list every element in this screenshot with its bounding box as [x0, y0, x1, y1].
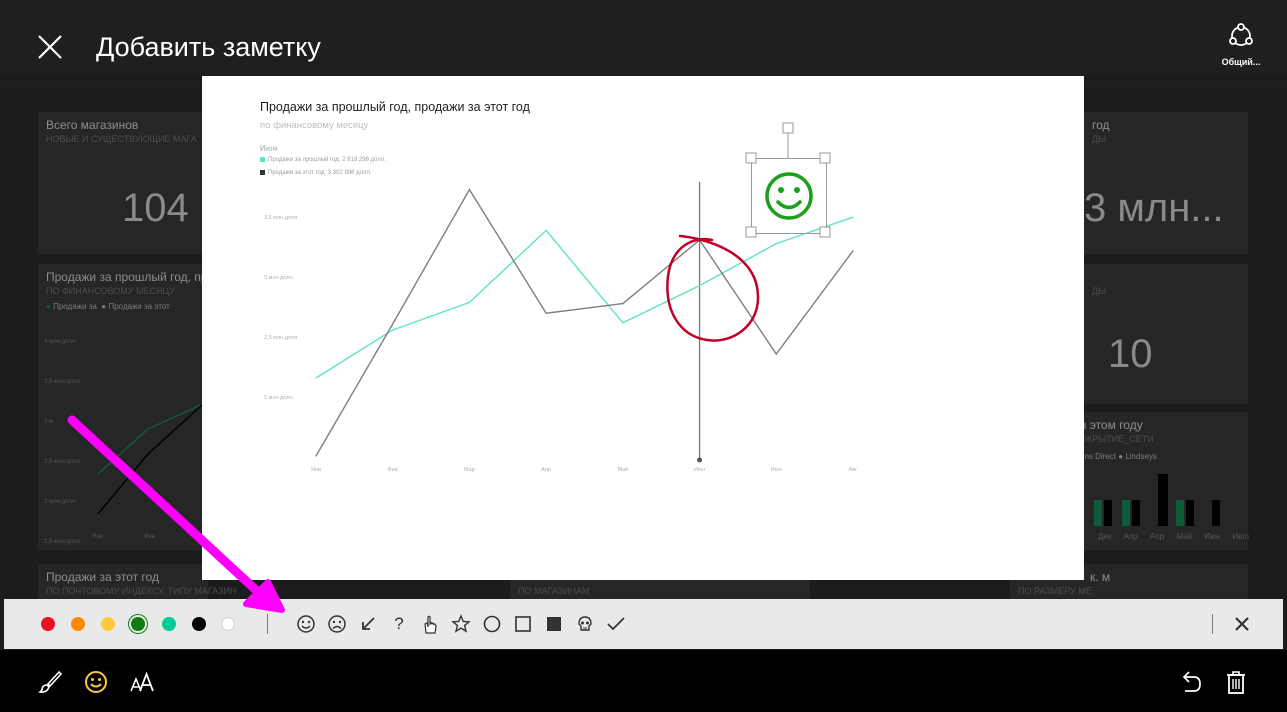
star-icon: [451, 614, 471, 633]
stamp-circle-button[interactable]: [480, 612, 504, 636]
checkmark-icon: [607, 617, 625, 631]
circle-icon: [483, 615, 501, 633]
sad-face-icon: [328, 615, 346, 633]
stamp-hand-button[interactable]: [418, 612, 442, 636]
color-teal-swatch[interactable]: [162, 617, 176, 631]
square-icon: [515, 616, 531, 632]
tile-chart-lines: [97, 403, 204, 515]
tile-value: 10: [1108, 332, 1153, 376]
smile-face-icon: [765, 172, 813, 220]
stamp-square-button[interactable]: [511, 612, 535, 636]
toolbar-divider: [267, 614, 268, 634]
tile-total-stores: Всего магазинов НОВЫЕ И СУЩЕСТВУЮЩИЕ МАГ…: [38, 112, 208, 254]
smile-face-icon: [85, 671, 107, 693]
stamp-check-button[interactable]: [604, 612, 628, 636]
pen-tool-button[interactable]: [36, 668, 64, 696]
skull-icon: [578, 616, 592, 631]
tile-subtitle: ДЫ: [1092, 134, 1107, 144]
tile-x-ticks: Дек Апр Апр Май Июн Июл: [1098, 532, 1249, 541]
x-tick: Июн: [1204, 532, 1221, 541]
arrow-icon: [362, 617, 375, 630]
question-icon: ?: [394, 614, 404, 633]
tile-title: к. м: [1090, 570, 1111, 584]
trash-icon: [1227, 671, 1245, 694]
x-tick: Май: [1176, 532, 1192, 541]
tile-subtitle: ПО МАГАЗИНАМ: [518, 586, 590, 596]
stamp-arrow-button[interactable]: [356, 612, 380, 636]
ink-toolbar: ?: [4, 599, 1283, 649]
tile-value: 3 млн...: [1084, 186, 1224, 230]
color-black-swatch[interactable]: [192, 617, 206, 631]
x-tick: Фев: [144, 534, 156, 540]
close-icon: [1235, 617, 1249, 631]
stamp-skull-button[interactable]: [573, 612, 597, 636]
undo-button[interactable]: [1176, 668, 1204, 696]
text-size-icon: [130, 671, 154, 692]
smile-face-icon: [297, 615, 315, 633]
share-button[interactable]: Общий...: [1214, 22, 1268, 70]
color-yellow-swatch[interactable]: [101, 617, 115, 631]
x-tick: Апр: [1123, 532, 1138, 541]
tile-subtitle: ДЫ: [1092, 286, 1107, 296]
x-tick: Янв: [92, 534, 103, 540]
stamp-star-button[interactable]: [449, 612, 473, 636]
brush-icon: [38, 670, 63, 693]
color-red-swatch[interactable]: [41, 617, 55, 631]
tile-right-mid: ДЫ 10: [1084, 264, 1248, 404]
x-tick: Апр: [1149, 532, 1165, 541]
stamp-tool-button[interactable]: [82, 668, 110, 696]
close-button[interactable]: [36, 33, 64, 61]
pointing-hand-icon: [424, 615, 437, 634]
annotation-canvas[interactable]: Продажи за прошлый год, продажи за этот …: [202, 76, 1084, 580]
tile-title: Продажи за этот год: [46, 570, 159, 584]
tile-value: 104: [122, 186, 189, 230]
color-green-swatch[interactable]: [131, 617, 145, 631]
tile-subtitle: ПО РАЗМЕРУ МЕ: [1018, 586, 1092, 596]
text-tool-button[interactable]: [128, 668, 156, 696]
tile-title: Всего магазинов: [46, 118, 139, 132]
stamp-smile-button[interactable]: [294, 612, 318, 636]
smiley-stamp[interactable]: [751, 158, 827, 234]
close-icon: [38, 35, 62, 59]
tile-title: год: [1092, 118, 1110, 132]
page-title: Добавить заметку: [96, 32, 321, 62]
tile-bar-chart: [1094, 474, 1220, 526]
stamp-question-button[interactable]: ?: [387, 612, 411, 636]
color-white-swatch[interactable]: [221, 617, 235, 631]
tile-right-bars: в этом году ОКРЫТИЕ_СЕТИ ons Direct ● Li…: [1068, 412, 1249, 550]
stamp-sad-button[interactable]: [325, 612, 349, 636]
stamp-filled-square-button[interactable]: [542, 612, 566, 636]
tile-right-top: год ДЫ 3 млн...: [1084, 112, 1248, 254]
annotation-ink-circle: [666, 234, 760, 342]
color-orange-swatch[interactable]: [71, 617, 85, 631]
toolbar-divider: [1212, 614, 1213, 634]
delete-button[interactable]: [1222, 668, 1250, 696]
undo-icon: [1182, 671, 1201, 692]
tile-subtitle: ПО ПОЧТОВОМУ ИНДЕКСУ, ТИПУ МАГАЗИН: [46, 586, 237, 596]
tile-subtitle: НОВЫЕ И СУЩЕСТВУЮЩИЕ МАГА: [46, 134, 197, 144]
share-icon: [1229, 23, 1253, 46]
x-tick: Дек: [1098, 532, 1112, 541]
share-label: Общий...: [1221, 57, 1261, 67]
bottom-command-bar: [0, 650, 1287, 712]
filled-square-icon: [547, 617, 561, 631]
tile-sales-chart: Продажи за прошлый год, пр ПО ФИНАНСОВОМ…: [38, 264, 208, 550]
x-tick: Июл: [1232, 532, 1249, 541]
toolbar-close-button[interactable]: [1230, 612, 1254, 636]
